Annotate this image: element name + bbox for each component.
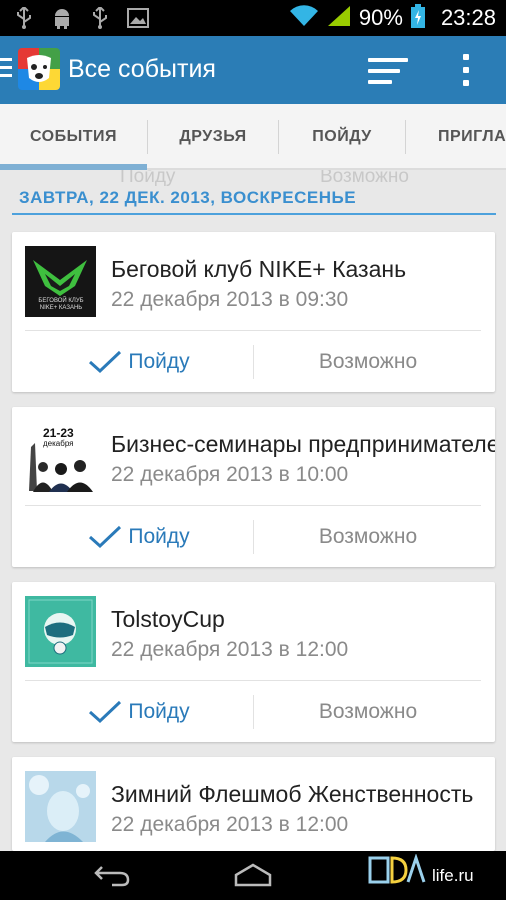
notification-icons xyxy=(12,6,150,30)
system-status: 90% 23:28 xyxy=(289,0,496,36)
event-thumbnail xyxy=(25,596,96,667)
watermark: life.ru xyxy=(368,851,474,900)
navigation-bar: life.ru xyxy=(0,851,506,900)
event-thumbnail: БЕГОВОЙ КЛУБ NIKE+ КАЗАНЬ xyxy=(25,246,96,317)
check-icon xyxy=(89,525,122,549)
check-icon xyxy=(89,350,122,374)
event-date: 22 декабря 2013 в 12:00 xyxy=(111,638,349,661)
battery-percent: 90% xyxy=(358,5,403,30)
page-title: Все события xyxy=(68,55,216,83)
event-date: 22 декабря 2013 в 12:00 xyxy=(111,813,349,836)
wifi-icon xyxy=(289,4,319,32)
going-button[interactable]: Пойду xyxy=(25,331,253,392)
section-underline xyxy=(12,213,496,215)
event-title: Зимний Флешмоб Женственность xyxy=(111,781,474,807)
tab-friends[interactable]: ДРУЗЬЯ xyxy=(148,104,278,170)
ghost-going-label: Пойду xyxy=(120,170,176,187)
vk-logo[interactable] xyxy=(18,48,60,90)
date-section-header: Пойду Возможно ЗАВТРА, 22 ДЕК. 2013, ВОС… xyxy=(0,170,506,226)
menu-icon[interactable] xyxy=(0,58,12,80)
usb-icon xyxy=(88,6,112,30)
tab-invitations[interactable]: ПРИГЛАШЕНИЯ xyxy=(406,104,506,170)
event-thumbnail: 21-23 декабря xyxy=(25,421,96,492)
maybe-label: Возможно xyxy=(318,700,418,723)
thumbnail-caption: БЕГОВОЙ КЛУБ NIKE+ КАЗАНЬ xyxy=(38,298,84,311)
signal-icon xyxy=(327,5,351,32)
clock: 23:28 xyxy=(440,5,496,30)
home-icon[interactable] xyxy=(234,863,272,892)
tab-going[interactable]: ПОЙДУ xyxy=(279,104,405,170)
event-title: Беговой клуб NIKE+ Казань xyxy=(111,256,407,282)
watermark-logo-icon xyxy=(368,853,428,897)
status-bar: 90% 23:28 xyxy=(0,0,506,36)
battery-icon xyxy=(410,3,425,33)
going-button[interactable]: Пойду xyxy=(25,681,253,742)
event-card[interactable]: Зимний Флешмоб Женственность 22 декабря … xyxy=(12,757,495,851)
watermark-text: life.ru xyxy=(432,865,474,885)
going-label: Пойду xyxy=(128,700,190,723)
maybe-button[interactable]: Возможно xyxy=(254,331,482,392)
tab-bar: СОБЫТИЯ ДРУЗЬЯ ПОЙДУ ПРИГЛАШЕНИЯ xyxy=(0,104,506,170)
maybe-label: Возможно xyxy=(318,525,418,548)
ghost-maybe-label: Возможно xyxy=(320,170,409,187)
going-button[interactable]: Пойду xyxy=(25,506,253,567)
event-date: 22 декабря 2013 в 10:00 xyxy=(111,463,349,486)
image-icon xyxy=(126,6,150,30)
usb-icon xyxy=(12,6,36,30)
check-icon xyxy=(89,700,122,724)
event-thumbnail xyxy=(25,771,96,842)
maybe-label: Возможно xyxy=(318,350,418,373)
event-card[interactable]: TolstoyCup 22 декабря 2013 в 12:00 Пойду… xyxy=(12,582,495,742)
android-debug-icon xyxy=(50,6,74,30)
event-card[interactable]: БЕГОВОЙ КЛУБ NIKE+ КАЗАНЬ Беговой клуб N… xyxy=(12,232,495,392)
going-label: Пойду xyxy=(128,350,190,373)
event-title: Бизнес-семинары предпринимателей xyxy=(111,431,495,457)
more-icon[interactable] xyxy=(460,54,472,86)
section-title: ЗАВТРА, 22 ДЕК. 2013, ВОСКРЕСЕНЬЕ xyxy=(19,188,363,208)
action-bar: Все события xyxy=(0,36,506,104)
back-icon[interactable] xyxy=(94,863,130,892)
sort-icon[interactable] xyxy=(368,58,408,84)
event-card[interactable]: 21-23 декабря Бизнес-семинары предприним… xyxy=(12,407,495,567)
maybe-button[interactable]: Возможно xyxy=(254,681,482,742)
maybe-button[interactable]: Возможно xyxy=(254,506,482,567)
going-label: Пойду xyxy=(128,525,190,548)
event-title: TolstoyCup xyxy=(111,606,225,632)
tab-events[interactable]: СОБЫТИЯ xyxy=(0,104,147,170)
event-date: 22 декабря 2013 в 09:30 xyxy=(111,288,349,311)
